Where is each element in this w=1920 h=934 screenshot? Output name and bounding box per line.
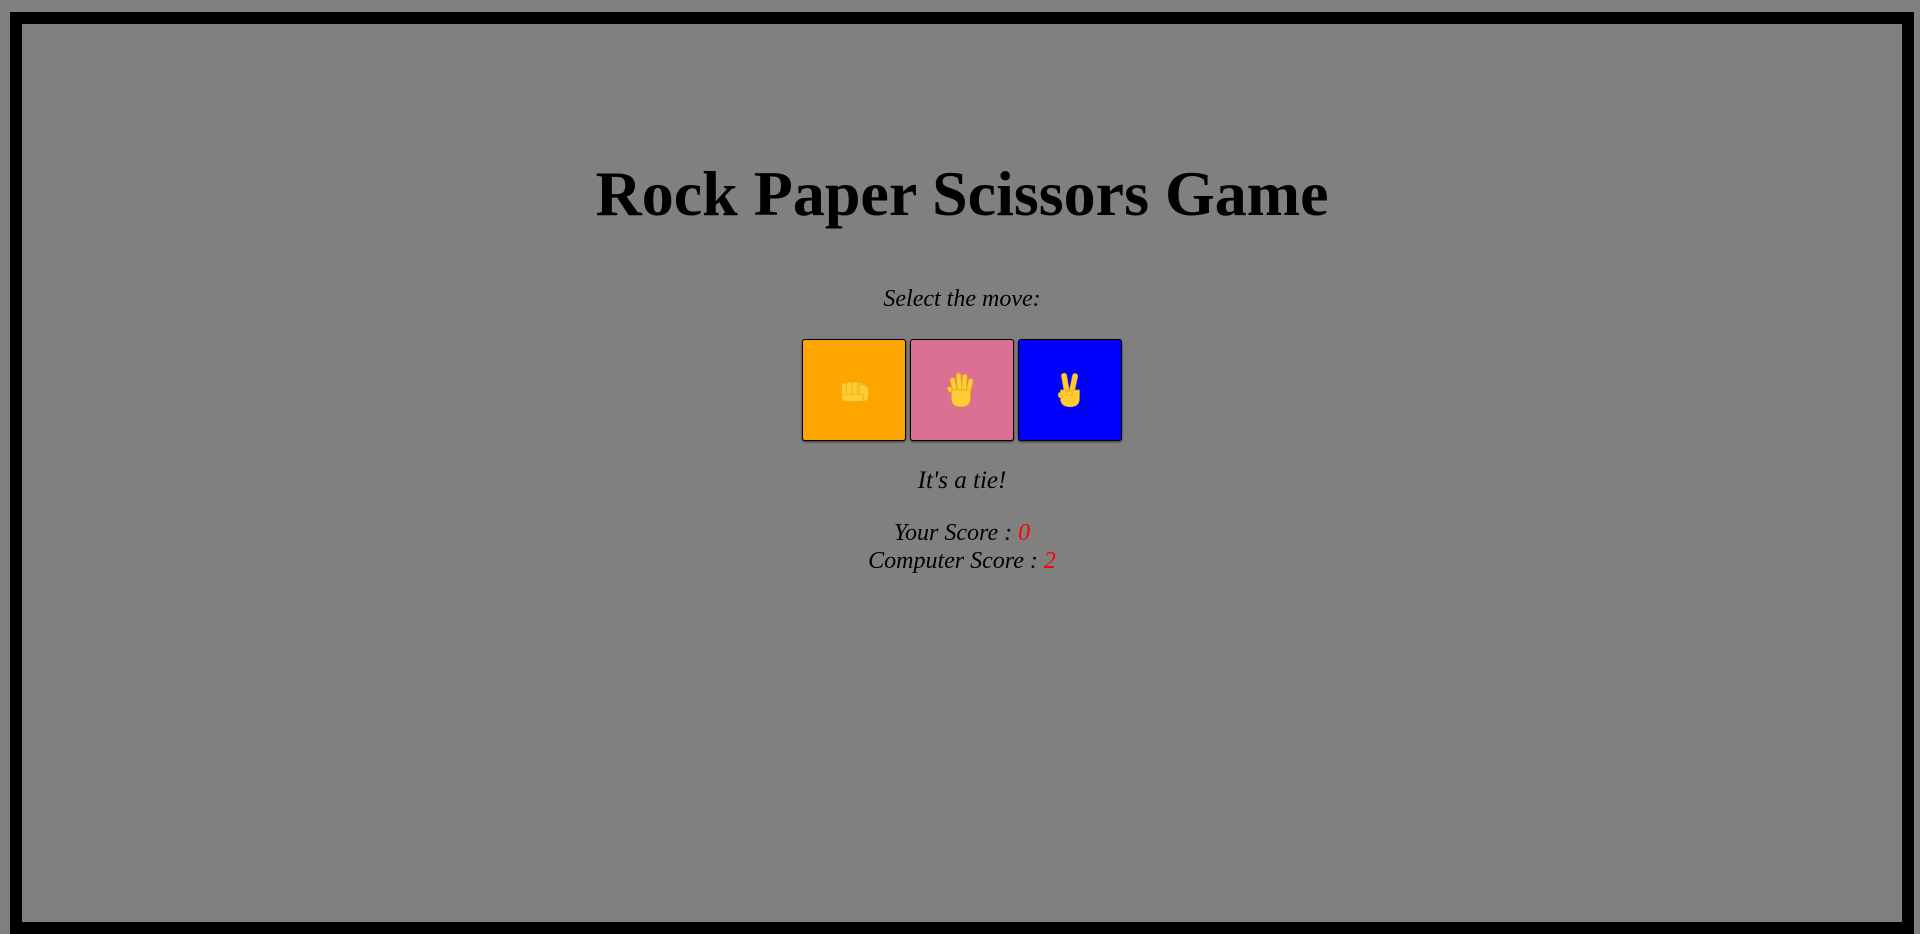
fist-icon [841, 381, 870, 402]
scissors-button[interactable] [1018, 339, 1122, 441]
player-score-line: Your Score : 0 [22, 519, 1902, 547]
player-score-label: Your Score : [893, 520, 1019, 546]
move-buttons [22, 339, 1902, 441]
computer-score-label: Computer Score : [868, 548, 1044, 574]
paper-button[interactable] [910, 339, 1014, 441]
computer-score-value: 2 [1043, 548, 1056, 574]
raised-hand-icon [947, 372, 974, 408]
move-prompt: Select the move: [883, 286, 1041, 312]
result-message: It's a tie! [917, 467, 1007, 494]
rock-button[interactable] [802, 339, 906, 441]
page-title: Rock Paper Scissors Game [595, 158, 1329, 229]
player-score-value: 0 [1018, 520, 1031, 546]
game-frame: Rock Paper Scissors Game Select the move… [10, 12, 1914, 934]
computer-score-line: Computer Score : 2 [22, 547, 1902, 575]
scoreboard: Your Score : 0 Computer Score : 2 [22, 519, 1902, 575]
victory-hand-icon [1057, 372, 1080, 408]
